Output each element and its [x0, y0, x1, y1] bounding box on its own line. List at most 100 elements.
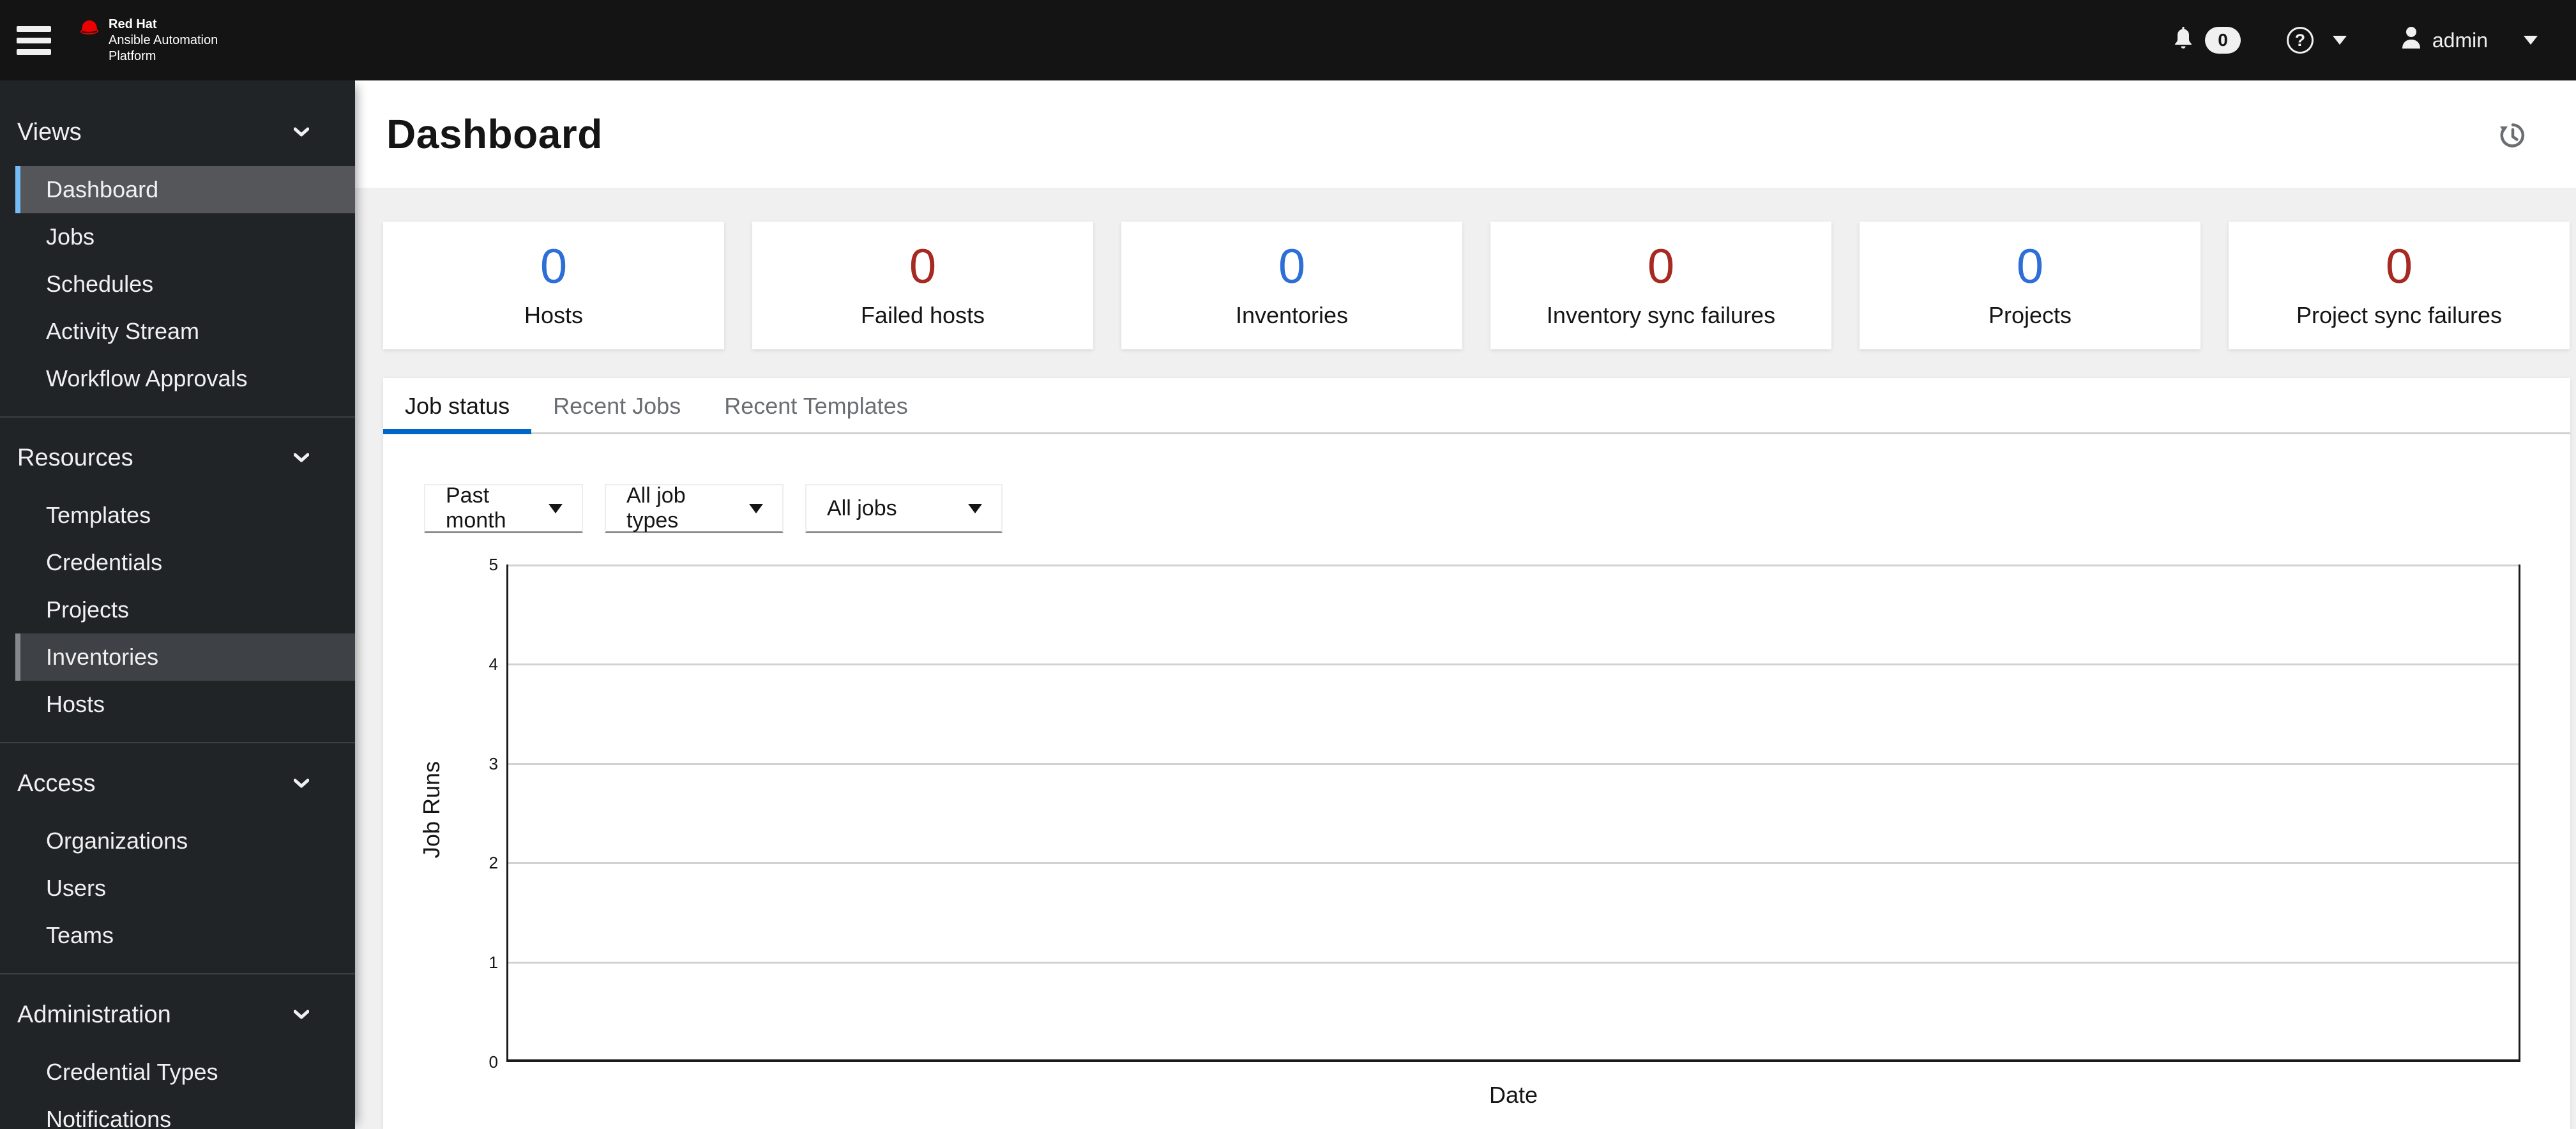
sidebar-group-list: Credential Types Notifications: [0, 1049, 355, 1129]
sidebar-item-label: Hosts: [46, 691, 105, 717]
masthead: Red Hat Ansible Automation Platform 0 ?: [0, 0, 2576, 80]
sidebar-group-label: Administration: [17, 1001, 171, 1028]
tab-recent-jobs[interactable]: Recent Jobs: [531, 378, 702, 434]
sidebar-item-projects[interactable]: Projects: [15, 586, 355, 633]
sidebar-item-teams[interactable]: Teams: [15, 912, 355, 959]
tab-recent-templates[interactable]: Recent Templates: [702, 378, 930, 434]
user-menu[interactable]: admin: [2400, 26, 2538, 55]
sidebar-item-hosts[interactable]: Hosts: [15, 681, 355, 728]
summary-card-inventories[interactable]: 0 Inventories: [1121, 222, 1462, 349]
sidebar-group-views[interactable]: Views: [0, 109, 355, 156]
sidebar-item-label: Notifications: [46, 1106, 172, 1129]
nav-toggle-icon[interactable]: [17, 20, 52, 61]
sidebar-item-credential-types[interactable]: Credential Types: [15, 1049, 355, 1096]
sidebar-item-label: Templates: [46, 502, 151, 528]
sidebar-group-list: Dashboard Jobs Schedules Activity Stream Wor…: [0, 166, 355, 402]
page-title: Dashboard: [386, 111, 603, 157]
sidebar-group-administration[interactable]: Administration: [0, 991, 355, 1038]
notification-count-badge[interactable]: 0: [2205, 27, 2241, 54]
sidebar-group-label: Resources: [17, 444, 133, 471]
summary-card-project-sync-failures[interactable]: 0 Project sync failures: [2229, 222, 2570, 349]
card-label: Hosts: [524, 302, 584, 328]
brand-line-2: Ansible Automation: [109, 33, 218, 47]
sidebar-item-organizations[interactable]: Organizations: [15, 817, 355, 865]
sidebar-item-users[interactable]: Users: [15, 865, 355, 912]
chevron-down-icon: [294, 127, 309, 137]
chart-filters: Past month All job types All jobs: [424, 483, 2570, 533]
filter-select-past-month[interactable]: Past month: [424, 483, 583, 533]
sidebar-item-label: Activity Stream: [46, 318, 200, 344]
brand-line-3: Platform: [109, 49, 156, 63]
help-caret-down-icon: [2332, 36, 2347, 45]
card-label: Failed hosts: [860, 302, 985, 328]
sidebar-item-label: Organizations: [46, 828, 188, 854]
caret-down-icon: [549, 503, 563, 513]
filter-select-all-jobs[interactable]: All jobs: [805, 484, 1003, 533]
card-count[interactable]: 0: [540, 242, 567, 292]
chart-gridline: [508, 862, 2519, 864]
sidebar-group-list: Organizations Users Teams: [0, 817, 355, 959]
chevron-down-icon: [294, 778, 309, 789]
chart-y-tick-label: 5: [489, 555, 498, 574]
sidebar-group-resources[interactable]: Resources: [0, 434, 355, 481]
user-icon: [2400, 26, 2422, 55]
masthead-right: 0 ? admin: [2172, 26, 2538, 55]
chevron-down-icon: [294, 1010, 309, 1020]
sidebar-item-label: Jobs: [46, 224, 95, 250]
masthead-left: Red Hat Ansible Automation Platform: [0, 17, 218, 64]
caret-down-icon: [968, 503, 982, 513]
card-count[interactable]: 0: [909, 242, 936, 292]
card-label: Project sync failures: [2296, 302, 2503, 328]
caret-down-icon: [749, 503, 763, 513]
sidebar-item-jobs[interactable]: Jobs: [15, 213, 355, 261]
sidebar-item-activity-stream[interactable]: Activity Stream: [15, 308, 355, 355]
sidebar-item-label: Teams: [46, 922, 114, 948]
summary-card-hosts[interactable]: 0 Hosts: [383, 222, 724, 349]
redhat-fedora-icon: [77, 17, 102, 43]
summary-card-failed-hosts[interactable]: 0 Failed hosts: [752, 222, 1093, 349]
card-count[interactable]: 0: [2386, 242, 2413, 292]
help-menu[interactable]: ?: [2286, 27, 2347, 54]
brand-logo[interactable]: Red Hat Ansible Automation Platform: [77, 17, 218, 64]
sidebar-group-label: Access: [17, 769, 96, 797]
chart-y-tick-label: 4: [489, 655, 498, 674]
sidebar-item-label: Dashboard: [46, 176, 159, 202]
chart-y-tick-label: 2: [489, 853, 498, 872]
sidebar-item-templates[interactable]: Templates: [15, 492, 355, 539]
chevron-down-icon: [294, 453, 309, 463]
chart-gridline: [508, 763, 2519, 765]
sidebar-group-access[interactable]: Access: [0, 760, 355, 807]
filter-select-all-job-types[interactable]: All job types: [605, 483, 784, 533]
sidebar-divider: [0, 973, 355, 974]
sidebar-item-schedules[interactable]: Schedules: [15, 261, 355, 308]
sidebar-item-label: Schedules: [46, 271, 154, 297]
select-value: All jobs: [827, 496, 897, 520]
sidebar-item-label: Users: [46, 875, 107, 901]
sidebar-nav: Views Dashboard Jobs Schedules Activity Stre…: [0, 80, 355, 1129]
card-count[interactable]: 0: [1648, 242, 1674, 292]
tabs: Job status Recent Jobs Recent Templates: [383, 378, 2570, 434]
card-count[interactable]: 0: [1278, 242, 1305, 292]
card-count[interactable]: 0: [2017, 242, 2043, 292]
sidebar-item-notifications[interactable]: Notifications: [15, 1096, 355, 1129]
chart-plot-area: [506, 564, 2520, 1062]
sidebar-group-label: Views: [17, 118, 82, 146]
brand-text: Red Hat Ansible Automation Platform: [109, 17, 218, 64]
sidebar-item-dashboard[interactable]: Dashboard: [15, 166, 355, 213]
bell-icon[interactable]: [2172, 26, 2195, 55]
sidebar-item-inventories[interactable]: Inventories: [15, 633, 355, 681]
sidebar-group-list: Templates Credentials Projects Inventories H…: [0, 492, 355, 728]
card-label: Inventories: [1235, 302, 1349, 328]
username-label: admin: [2432, 28, 2488, 52]
summary-card-inventory-sync-failures[interactable]: 0 Inventory sync failures: [1490, 222, 1831, 349]
chart-y-tick-label: 1: [489, 953, 498, 972]
sidebar-item-workflow-approvals[interactable]: Workflow Approvals: [15, 355, 355, 402]
chart-gridline: [508, 564, 2519, 566]
tab-job-status[interactable]: Job status: [383, 378, 531, 434]
history-icon[interactable]: [2497, 119, 2527, 153]
summary-card-projects[interactable]: 0 Projects: [1860, 222, 2201, 349]
chart-y-axis-label: Job Runs: [418, 761, 444, 859]
page-header: Dashboard: [355, 80, 2576, 188]
sidebar-item-credentials[interactable]: Credentials: [15, 539, 355, 586]
sidebar-divider: [0, 416, 355, 418]
